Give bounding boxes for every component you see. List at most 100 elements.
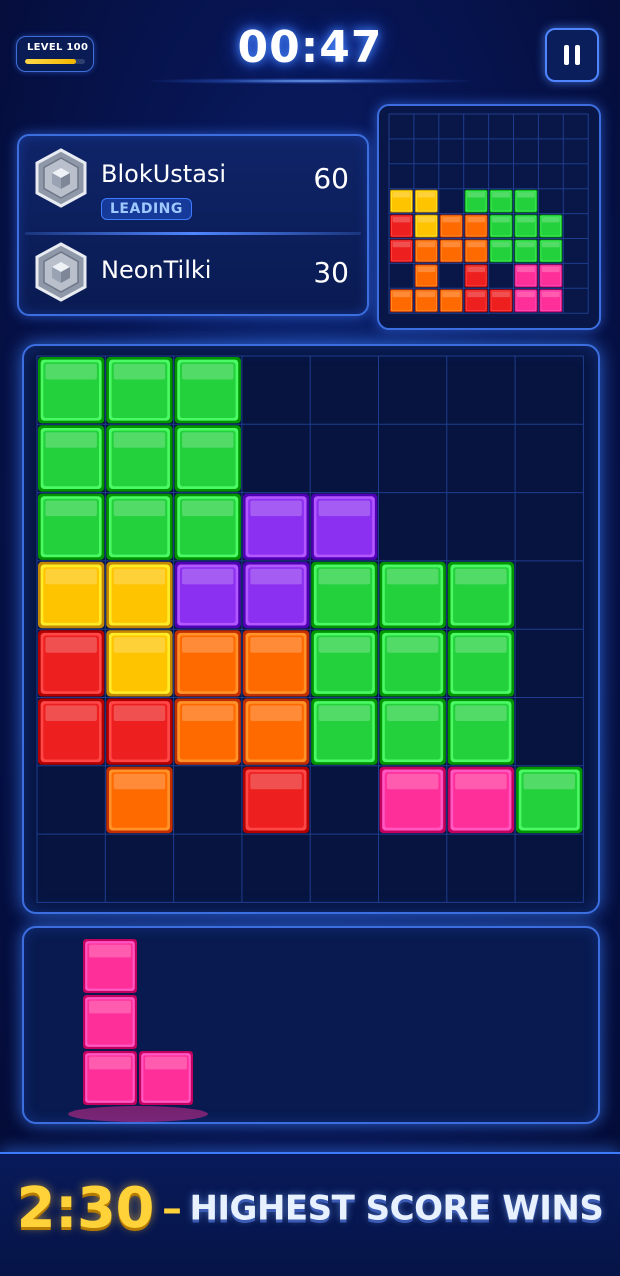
player-score: 60	[313, 162, 349, 195]
board-block	[311, 698, 378, 765]
banner-dash: –	[161, 1185, 182, 1232]
mini-board-block	[489, 189, 513, 213]
mini-board-block	[439, 289, 463, 313]
board-block	[38, 357, 105, 424]
board-block	[174, 493, 241, 560]
board-block	[242, 630, 310, 697]
board-block	[447, 630, 515, 697]
player-row-1: BlokUstasi LEADING 60	[23, 140, 363, 224]
mini-board-block	[439, 214, 463, 238]
mini-board-block	[390, 189, 413, 213]
tray-piece-block	[83, 1051, 137, 1105]
board-block	[311, 561, 378, 629]
mini-board-block	[514, 264, 538, 288]
board-block	[174, 425, 241, 492]
next-piece-l-shape[interactable]	[24, 928, 598, 1122]
mini-board-block	[514, 189, 538, 213]
level-badge: LEVEL 100	[16, 36, 94, 72]
mini-board-block	[414, 289, 438, 313]
opponent-mini-board	[377, 104, 601, 330]
player-name: NeonTilki	[101, 256, 212, 284]
mini-board-block	[539, 264, 563, 288]
mini-board-block	[414, 239, 438, 263]
board-block	[106, 766, 173, 834]
level-label: LEVEL 100	[27, 42, 89, 53]
mini-board-block	[489, 239, 513, 263]
board-block	[106, 630, 173, 697]
players-panel: BlokUstasi LEADING 60 NeonTilki 30	[17, 134, 369, 316]
player-name: BlokUstasi	[101, 160, 227, 188]
mini-board-block	[539, 239, 563, 263]
board-block	[379, 630, 446, 697]
board-block	[38, 493, 105, 560]
tray-piece-block	[83, 939, 137, 993]
board-block	[174, 698, 241, 765]
player-row-2: NeonTilki 30	[23, 236, 363, 306]
board-block	[311, 630, 378, 697]
board-block	[106, 561, 173, 629]
board-block	[106, 698, 173, 765]
players-divider	[25, 232, 361, 235]
match-timer: 00:47	[237, 22, 383, 73]
leading-badge: LEADING	[101, 198, 192, 220]
hexagon-cube-avatar-icon	[35, 148, 87, 208]
board-block	[447, 766, 515, 834]
board-block	[242, 766, 310, 834]
board-grid	[36, 355, 584, 903]
banner-text: 2:30– HIGHEST SCORE WINS	[0, 1176, 620, 1241]
board-block	[38, 630, 105, 697]
board-block	[379, 561, 446, 629]
mini-board-block	[414, 189, 438, 213]
board-block	[447, 698, 515, 765]
banner-rule-text: HIGHEST SCORE WINS	[189, 1188, 604, 1229]
hexagon-cube-avatar-icon	[35, 242, 87, 302]
pause-icon	[561, 45, 583, 65]
board-block	[379, 698, 446, 765]
mini-board-block	[514, 289, 538, 313]
mini-board-block	[390, 289, 413, 313]
board-block	[516, 766, 583, 834]
mini-board-block	[414, 264, 438, 288]
mini-board-block	[464, 214, 488, 238]
mini-board-block	[539, 289, 563, 313]
mini-board-block	[464, 289, 488, 313]
tray-piece-block	[139, 1051, 193, 1105]
board-block	[38, 561, 105, 629]
mini-board-block	[514, 239, 538, 263]
board-block	[38, 698, 105, 765]
board-block	[379, 766, 446, 834]
player-score: 30	[313, 256, 349, 289]
mini-board-block	[439, 239, 463, 263]
pause-button[interactable]	[545, 28, 599, 82]
mini-board-block	[514, 214, 538, 238]
timer-glow-line	[150, 78, 470, 84]
mini-board-block	[390, 239, 413, 263]
mini-board-block	[489, 214, 513, 238]
mini-board-block	[414, 214, 438, 238]
board-block	[106, 493, 173, 560]
level-progress-bar	[25, 59, 85, 64]
piece-tray	[22, 926, 600, 1124]
mini-board-block	[489, 289, 513, 313]
mini-board-block	[464, 189, 488, 213]
mini-board-block	[464, 239, 488, 263]
board-block	[106, 357, 173, 424]
mini-board-block	[539, 214, 563, 238]
mini-board-block	[464, 264, 488, 288]
mini-board-block	[390, 214, 413, 238]
board-block	[447, 561, 515, 629]
board-block	[174, 357, 241, 424]
board-block	[242, 561, 310, 629]
level-progress-fill	[25, 59, 76, 64]
board-block	[174, 561, 241, 629]
board-block	[242, 698, 310, 765]
board-block	[174, 630, 241, 697]
game-board[interactable]	[22, 344, 600, 914]
mini-board-grid	[388, 113, 589, 314]
board-block	[311, 493, 378, 560]
board-block	[242, 493, 310, 560]
banner-time: 2:30	[16, 1176, 155, 1241]
board-block	[38, 425, 105, 492]
board-block	[106, 425, 173, 492]
bottom-banner: 2:30– HIGHEST SCORE WINS	[0, 1152, 620, 1276]
